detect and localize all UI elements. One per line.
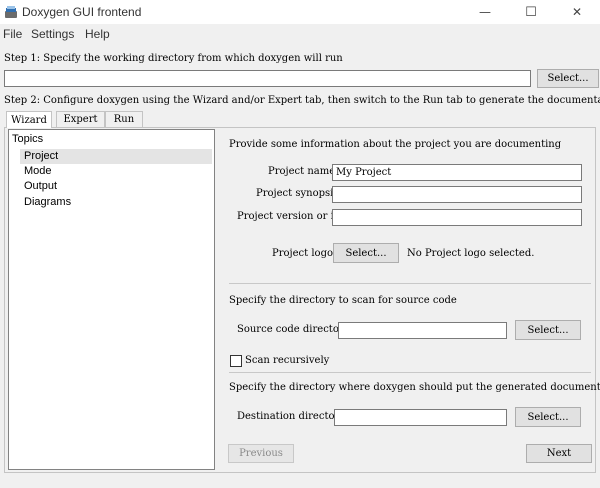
topic-diagrams[interactable]: Diagrams [20, 195, 212, 210]
close-button[interactable]: ✕ [554, 0, 600, 24]
topic-project[interactable]: Project [20, 149, 212, 164]
project-logo-select-button[interactable]: Select... [333, 243, 399, 263]
minimize-button[interactable]: — [462, 0, 508, 24]
tab-expert[interactable]: Expert [56, 111, 105, 127]
divider [229, 372, 591, 373]
menu-help[interactable]: Help [85, 27, 110, 41]
menu-settings[interactable]: Settings [31, 27, 74, 41]
scan-recursively-checkbox[interactable] [230, 355, 242, 367]
project-synopsis-input[interactable] [332, 186, 582, 203]
project-version-label: Project version or id: [237, 211, 344, 222]
project-logo-status: No Project logo selected. [407, 248, 535, 259]
topics-header: Topics [12, 133, 44, 145]
project-name-input[interactable]: My Project [332, 164, 582, 181]
previous-button[interactable]: Previous [228, 444, 294, 463]
scan-recursively-label: Scan recursively [245, 355, 330, 366]
doxygen-app-icon [4, 5, 18, 19]
destination-dir-select-button[interactable]: Select... [515, 407, 581, 427]
project-intro: Provide some information about the proje… [229, 139, 562, 150]
destination-dir-input[interactable] [334, 409, 507, 426]
menu-file[interactable]: File [3, 27, 22, 41]
next-button[interactable]: Next [526, 444, 592, 463]
source-heading: Specify the directory to scan for source… [229, 295, 457, 306]
project-logo-label: Project logo: [272, 248, 337, 259]
step2-label: Step 2: Configure doxygen using the Wiza… [4, 95, 600, 106]
step1-label: Step 1: Specify the working directory fr… [4, 53, 343, 64]
destination-heading: Specify the directory where doxygen shou… [229, 382, 600, 393]
maximize-button[interactable]: ☐ [508, 0, 554, 24]
close-icon: ✕ [571, 5, 583, 19]
working-directory-input[interactable] [4, 70, 531, 87]
project-name-label: Project name: [268, 166, 339, 177]
destination-dir-label: Destination directory: [237, 411, 349, 422]
divider [229, 283, 591, 284]
project-version-input[interactable] [332, 209, 582, 226]
tab-wizard[interactable]: Wizard [6, 111, 52, 128]
source-dir-input[interactable] [338, 322, 507, 339]
topic-output[interactable]: Output [20, 179, 212, 194]
working-directory-select-button[interactable]: Select... [537, 69, 599, 88]
topic-mode[interactable]: Mode [20, 164, 212, 179]
minimize-icon: — [479, 5, 491, 19]
window-title: Doxygen GUI frontend [22, 5, 142, 19]
source-dir-label: Source code directory: [237, 324, 353, 335]
source-dir-select-button[interactable]: Select... [515, 320, 581, 340]
tab-run[interactable]: Run [105, 111, 143, 127]
project-synopsis-label: Project synopsis: [256, 188, 342, 199]
maximize-icon: ☐ [525, 4, 537, 20]
